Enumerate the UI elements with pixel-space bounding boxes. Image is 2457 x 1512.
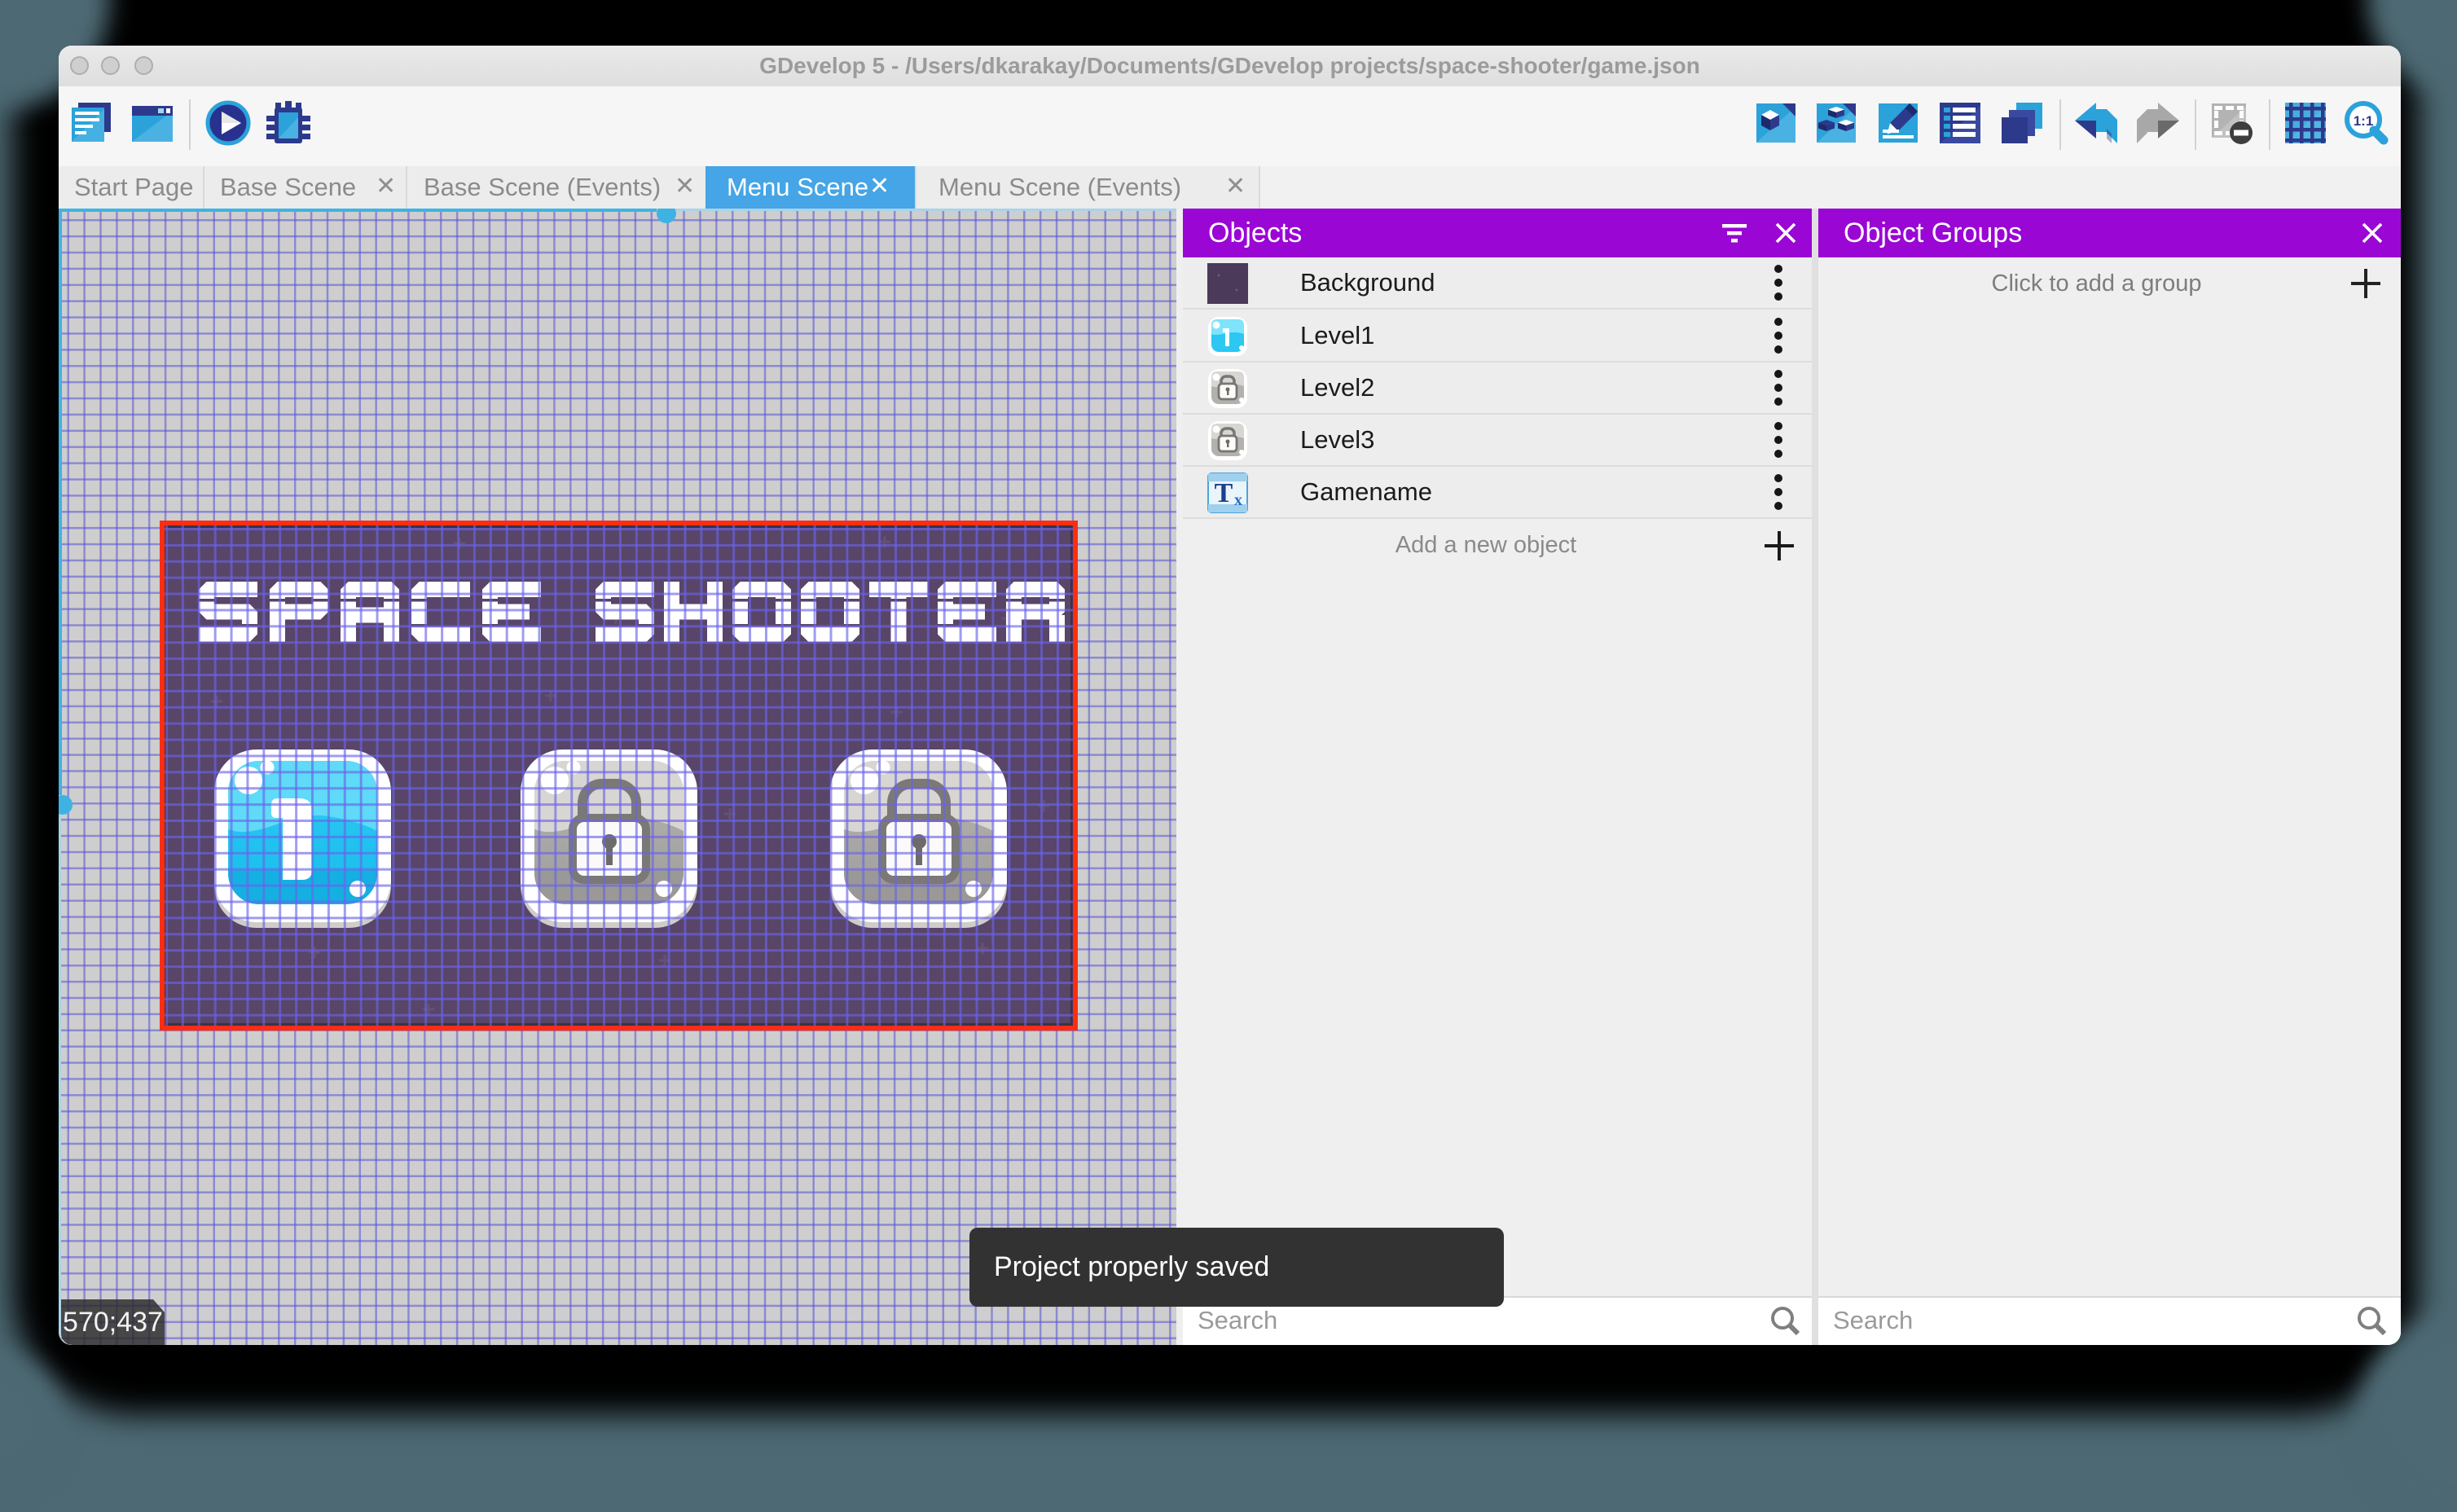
svg-text:T: T (1215, 478, 1233, 508)
svg-text:x: x (1234, 491, 1242, 509)
svg-text:1:1: 1:1 (2354, 113, 2374, 129)
